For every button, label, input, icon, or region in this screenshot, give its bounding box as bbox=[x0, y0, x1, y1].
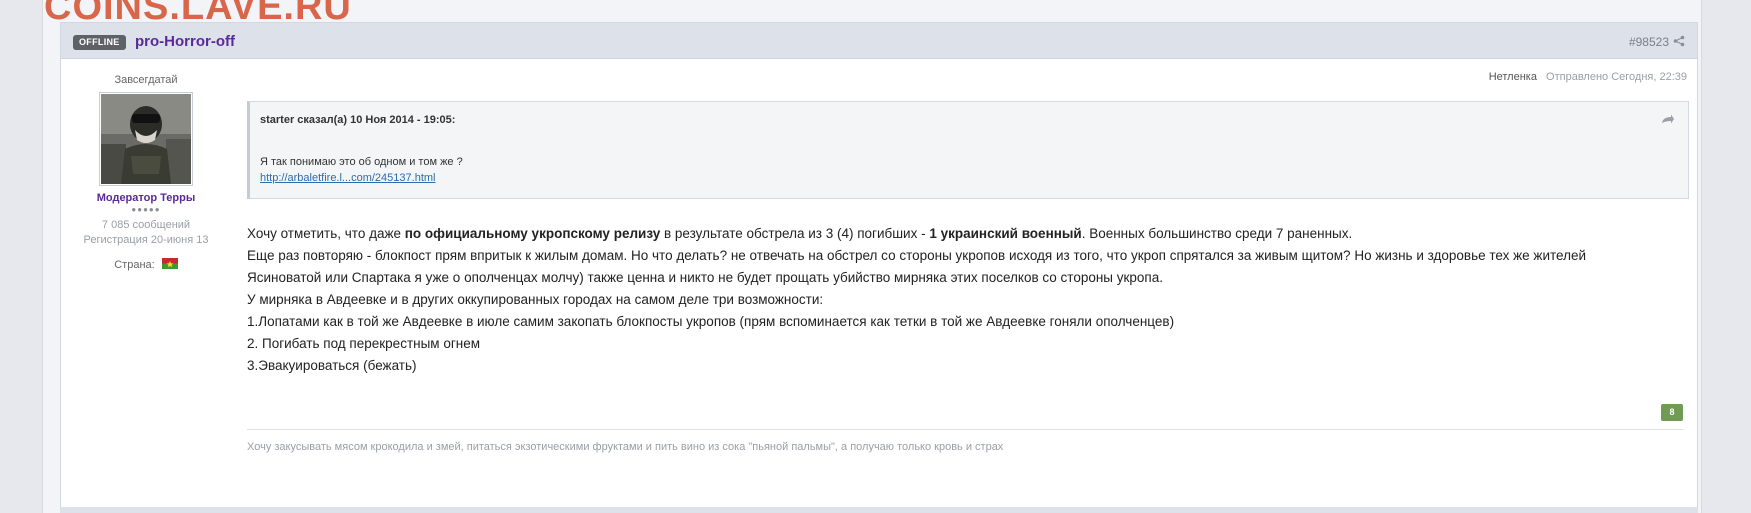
post-meta: Нетленка Отправлено Сегодня, 22:39 bbox=[1489, 71, 1687, 83]
country-label: Страна: bbox=[114, 259, 155, 271]
user-country: Страна: bbox=[61, 258, 231, 271]
paragraph-4: У мирняка в Авдеевке и в других оккупиро… bbox=[247, 292, 824, 307]
avatar-image bbox=[101, 94, 191, 184]
share-icon[interactable] bbox=[1673, 35, 1685, 47]
user-group: Модератор Терры bbox=[96, 192, 196, 204]
signature-divider bbox=[247, 429, 1683, 430]
country-flag-icon bbox=[161, 258, 178, 269]
author-name-link[interactable]: pro-Horror-off bbox=[135, 33, 235, 50]
status-badge: OFFLINE bbox=[73, 35, 126, 50]
post-date: Отправлено Сегодня, 22:39 bbox=[1546, 71, 1687, 83]
reputation-badge[interactable]: 8 bbox=[1661, 404, 1683, 421]
post-author-nick: Нетленка bbox=[1488, 71, 1537, 83]
paragraph-6: 2. Погибать под перекрестным огнем bbox=[247, 336, 480, 351]
rank-pips: ●●●●● bbox=[131, 205, 161, 214]
view-quote-icon[interactable] bbox=[1660, 114, 1674, 126]
paragraph-7: 3.Эвакуироваться (бежать) bbox=[247, 358, 417, 373]
paragraph-2: Еще раз повторяю - блокпост прям впритык… bbox=[247, 248, 1586, 263]
forum-post: OFFLINE pro-Horror-off #98523 Завсегдата… bbox=[60, 22, 1698, 510]
paragraph-1: Хочу отметить, что даже по официальному … bbox=[247, 226, 1353, 241]
quote-link[interactable]: http://arbaletfire.l...com/245137.html bbox=[260, 172, 435, 184]
next-post-header-strip bbox=[60, 507, 1698, 513]
user-info-panel: Завсегдатай Модератор Терры ●●●●● 7 085 … bbox=[61, 68, 231, 271]
user-signature: Хочу закусывать мясом крокодила и змей, … bbox=[247, 441, 1004, 453]
post-body: Хочу отметить, что даже по официальному … bbox=[247, 223, 1683, 377]
quote-header: starter сказал(а) 10 Ноя 2014 - 19:05: bbox=[260, 114, 456, 126]
paragraph-5: 1.Лопатами как в той же Авдеевке в июле … bbox=[247, 314, 1175, 329]
watermark: COINS.LAVE.RU bbox=[44, 0, 352, 28]
user-registered: Регистрация 20-июня 13 bbox=[83, 234, 209, 246]
user-title: Завсегдатай bbox=[114, 74, 178, 86]
user-messages: 7 085 сообщений bbox=[101, 219, 191, 231]
paragraph-3: Ясиноватой или Спартака я уже о ополченц… bbox=[247, 270, 1163, 285]
avatar[interactable] bbox=[99, 92, 193, 186]
quote-text: Я так понимаю это об одном и том же ? bbox=[260, 156, 463, 168]
post-id-link[interactable]: #98523 bbox=[1629, 35, 1669, 49]
quote-block: starter сказал(а) 10 Ноя 2014 - 19:05: Я… bbox=[247, 101, 1689, 199]
